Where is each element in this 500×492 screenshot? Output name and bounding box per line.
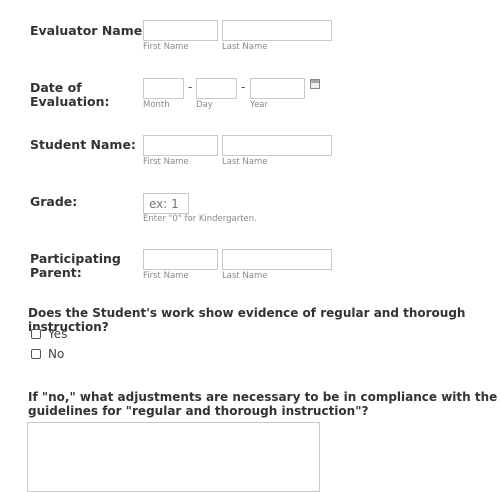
yes-label: Yes (48, 327, 68, 341)
grade-input[interactable] (143, 193, 189, 214)
student-name-label: Student Name: (30, 137, 136, 152)
student-first-name-sublabel: First Name (143, 157, 189, 167)
parent-label-line2: Parent: (30, 265, 82, 280)
student-last-name-sublabel: Last Name (222, 157, 268, 167)
grade-hint: Enter "0" for Kindergarten. (143, 214, 257, 224)
no-checkbox[interactable] (31, 349, 41, 359)
evaluator-first-name-input[interactable] (143, 20, 218, 41)
evaluator-first-name-sublabel: First Name (143, 42, 189, 52)
student-first-name-input[interactable] (143, 135, 218, 156)
year-sublabel: Year (250, 100, 268, 110)
date-label-line2: Evaluation: (30, 94, 110, 109)
evaluator-last-name-sublabel: Last Name (222, 42, 268, 52)
evaluator-last-name-input[interactable] (222, 20, 332, 41)
participating-parent-label: Participating Parent: (30, 252, 121, 280)
instruction-question: Does the Student's work show evidence of… (28, 306, 466, 334)
parent-last-name-sublabel: Last Name (222, 271, 268, 281)
adjustments-question: If "no," what adjustments are necessary … (28, 390, 497, 418)
day-sublabel: Day (196, 100, 213, 110)
year-input[interactable] (250, 78, 305, 99)
yes-checkbox[interactable] (31, 329, 41, 339)
date-label-line1: Date of (30, 80, 82, 95)
option-yes[interactable]: Yes (31, 327, 67, 341)
evaluator-name-label: Evaluator Name: (30, 23, 148, 38)
month-input[interactable] (143, 78, 184, 99)
day-input[interactable] (196, 78, 237, 99)
student-last-name-input[interactable] (222, 135, 332, 156)
adjustments-question-line1: If "no," what adjustments are necessary … (28, 390, 498, 404)
parent-last-name-input[interactable] (222, 249, 332, 270)
parent-first-name-input[interactable] (143, 249, 218, 270)
calendar-icon[interactable] (310, 79, 320, 89)
adjustments-question-line2: guidelines for "regular and thorough ins… (28, 404, 369, 418)
adjustments-textarea[interactable] (27, 422, 320, 492)
parent-first-name-sublabel: First Name (143, 271, 189, 281)
date-dash-1: - (188, 80, 193, 94)
date-of-evaluation-label: Date of Evaluation: (30, 81, 110, 109)
no-label: No (48, 347, 65, 361)
option-no[interactable]: No (31, 347, 64, 361)
grade-label: Grade: (30, 194, 78, 209)
month-sublabel: Month (143, 100, 170, 110)
date-dash-2: - (241, 80, 246, 94)
parent-label-line1: Participating (30, 251, 121, 266)
